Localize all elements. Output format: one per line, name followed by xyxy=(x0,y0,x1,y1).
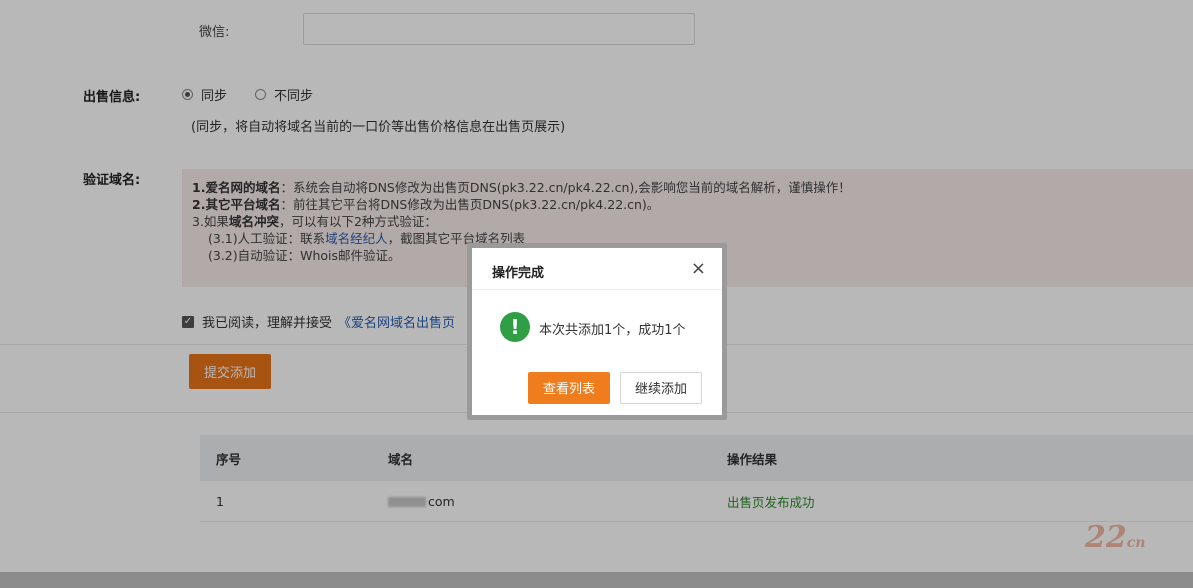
dialog-message: 本次共添加1个，成功1个 xyxy=(539,323,686,338)
close-icon[interactable]: × xyxy=(691,260,706,278)
operation-complete-dialog: 操作完成 × ! 本次共添加1个，成功1个 查看列表 继续添加 xyxy=(472,248,722,415)
page: 微信: 出售信息: 同步 不同步 (同步，将自动将域名当前的一口价等出售价格信息… xyxy=(0,0,1193,588)
success-exclamation-icon: ! xyxy=(500,312,530,342)
dialog-title: 操作完成 xyxy=(492,266,545,281)
continue-add-button[interactable]: 继续添加 xyxy=(620,372,702,404)
footer-bar xyxy=(0,572,1193,588)
dialog-divider xyxy=(472,289,722,290)
view-list-button[interactable]: 查看列表 xyxy=(528,372,610,404)
